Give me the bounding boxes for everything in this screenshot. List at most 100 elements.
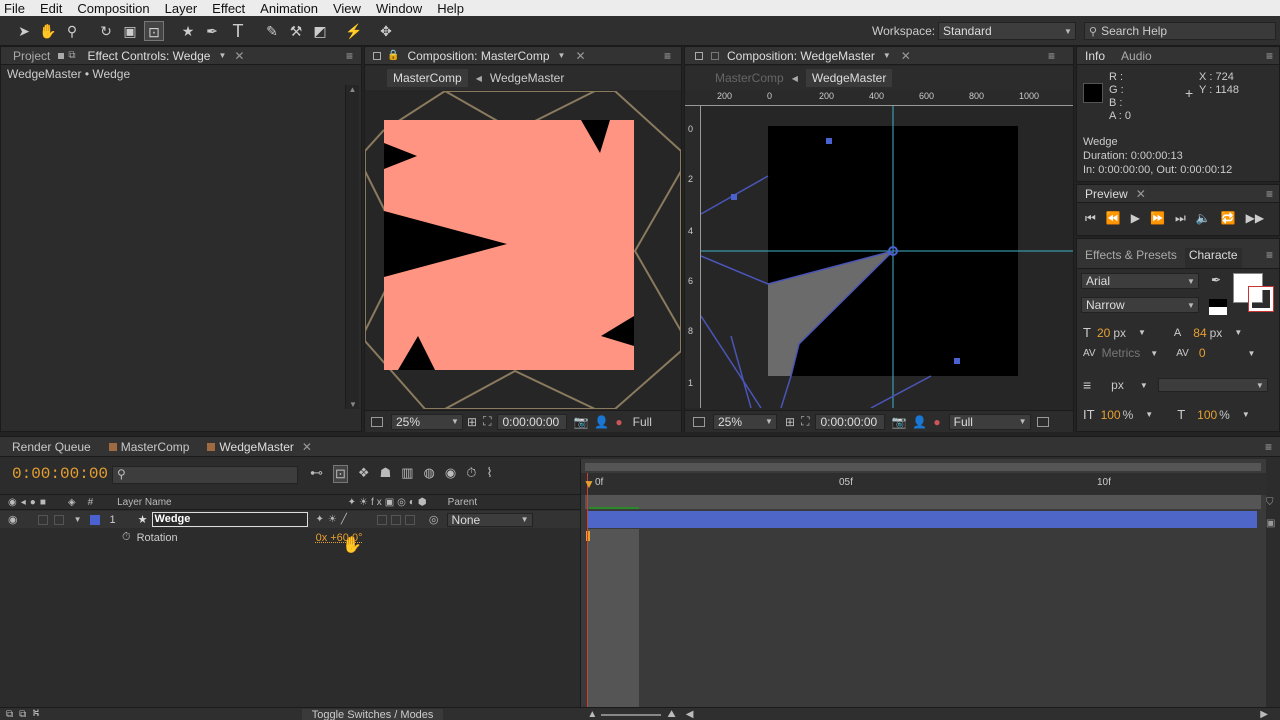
magnification-dropdown[interactable]: 25% ▼ (713, 413, 777, 430)
menu-view[interactable]: View (333, 1, 361, 16)
panel-menu-icon[interactable]: ≡ (664, 49, 671, 63)
pick-whip-icon[interactable]: ◎ (429, 513, 439, 526)
next-frame-icon[interactable]: ⏩ (1150, 211, 1165, 226)
loop-icon[interactable]: 🔁 (1221, 211, 1236, 226)
fast-previews-icon[interactable] (1036, 416, 1049, 427)
chevron-down-icon[interactable]: ▼ (1138, 328, 1146, 337)
region-of-interest-icon[interactable]: ⛶ (483, 414, 491, 429)
graph-editor-icon[interactable]: ⌇ (486, 465, 492, 483)
panel-menu-icon[interactable]: ≡ (1266, 49, 1273, 63)
panel-menu-icon[interactable]: ≡ (1266, 248, 1273, 268)
comp-button-icon[interactable]: ⛉ (1266, 497, 1280, 508)
type-tool-icon[interactable]: T (228, 21, 248, 41)
frame-blending-icon[interactable]: ▥ (401, 465, 413, 483)
scroll-up-icon[interactable]: ▲ (346, 85, 359, 94)
quality-switch-icon[interactable]: ╱ (341, 514, 347, 525)
snapshot-icon[interactable]: 📷 (891, 415, 906, 429)
menu-composition[interactable]: Composition (77, 1, 149, 16)
close-icon[interactable]: ✕ (575, 49, 585, 63)
playhead-icon[interactable]: ▼ (583, 477, 595, 491)
layer-search-input[interactable]: ⚲ (112, 466, 298, 484)
selection-tool-icon[interactable]: ➤ (14, 21, 34, 41)
first-frame-icon[interactable]: ⏮ (1085, 211, 1096, 226)
show-snapshot-icon[interactable]: 👤 (912, 415, 927, 429)
eyedropper-icon[interactable]: ✒ (1211, 273, 1221, 287)
menu-edit[interactable]: Edit (40, 1, 62, 16)
panel-menu-icon[interactable]: ≡ (1048, 49, 1055, 63)
zoom-slider[interactable] (601, 713, 662, 716)
tab-info[interactable]: Info (1077, 49, 1113, 63)
stroke-color-swatch[interactable] (1248, 286, 1274, 312)
font-size-value[interactable]: 20 (1097, 326, 1110, 340)
chevron-down-icon[interactable]: ▼ (1150, 349, 1158, 358)
label-color-swatch[interactable] (89, 514, 100, 525)
comp-viewer[interactable] (701, 106, 1073, 408)
lock-icon[interactable] (58, 52, 65, 59)
close-icon[interactable]: ✕ (302, 440, 312, 454)
zoom-out-icon[interactable]: ▲ (587, 709, 597, 720)
toggle-switches-modes-button[interactable]: Toggle Switches / Modes (301, 708, 444, 720)
brainstorm-icon[interactable]: ◉ (445, 465, 456, 483)
stopwatch-icon[interactable]: ⏱ (122, 531, 131, 544)
kerning-value[interactable]: Metrics (1102, 346, 1141, 360)
tab-effect-controls[interactable]: Effect Controls: Wedge (80, 49, 219, 63)
tracking-value[interactable]: 0 (1199, 346, 1206, 360)
color-channels-icon[interactable]: ● (933, 415, 940, 429)
horizontal-scale-value[interactable]: 100 (1197, 408, 1217, 422)
scroll-down-icon[interactable]: ▼ (346, 400, 360, 409)
last-frame-icon[interactable]: ⏭ (1175, 211, 1186, 226)
menu-window[interactable]: Window (376, 1, 422, 16)
crumb-wedgemaster[interactable]: WedgeMaster (490, 71, 564, 85)
layer-row[interactable]: ◉ ▼ 1 ★ Wedge ✦ ☀ ╱ ◎ None ▼ (0, 511, 580, 528)
grid-icon[interactable]: ⊞ (785, 415, 795, 429)
always-preview-icon[interactable] (693, 416, 705, 427)
always-preview-icon[interactable] (371, 416, 383, 427)
time-navigator[interactable] (585, 495, 1261, 509)
font-style-dropdown[interactable]: Narrow ▼ (1081, 297, 1199, 313)
parent-dropdown[interactable]: None ▼ (446, 512, 533, 527)
menu-animation[interactable]: Animation (260, 1, 318, 16)
menu-effect[interactable]: Effect (212, 1, 245, 16)
panel-menu-icon[interactable]: ≡ (1266, 187, 1273, 201)
crumb-mastercomp[interactable]: MasterComp (715, 71, 784, 85)
region-of-interest-icon[interactable]: ⛶ (801, 414, 809, 429)
color-channels-icon[interactable]: ● (615, 415, 622, 429)
menu-file[interactable]: File (4, 1, 25, 16)
brush-tool-icon[interactable]: ✎ (262, 21, 282, 41)
clone-stamp-tool-icon[interactable]: ⚒ (286, 21, 306, 41)
hide-shy-layers-icon[interactable]: ☗ (380, 465, 392, 483)
chevron-down-icon[interactable]: ▼ (1248, 349, 1256, 358)
layer-name-header[interactable]: Layer Name (117, 497, 171, 508)
hand-tool-icon[interactable]: ✋ (38, 21, 58, 41)
close-icon[interactable]: ✕ (1136, 187, 1146, 201)
current-time-field[interactable]: 0:00:00:00 (815, 413, 886, 430)
search-help-field[interactable]: ⚲ Search Help (1084, 22, 1276, 40)
chevron-down-icon[interactable]: ▼ (883, 51, 891, 60)
play-icon[interactable]: ▶ (1131, 211, 1140, 226)
expand-in-out-icon[interactable]: ⛕ (32, 708, 39, 720)
resolution-value[interactable]: Full (633, 415, 652, 429)
layer-name-input[interactable]: Wedge (151, 512, 308, 527)
roto-brush-tool-icon[interactable]: ⚡ (344, 21, 364, 41)
snapshot-icon[interactable]: 📷 (573, 415, 588, 429)
black-swatch[interactable] (1209, 299, 1227, 307)
panel-menu-icon[interactable]: ≡ (1265, 440, 1272, 454)
camera-tool-icon[interactable]: ▣ (120, 21, 140, 41)
tab-composition-wedgemaster[interactable]: Composition: WedgeMaster (719, 49, 883, 63)
3d-switch[interactable] (404, 514, 415, 525)
chevron-down-icon[interactable]: ▼ (1145, 410, 1153, 419)
current-time-indicator[interactable] (587, 473, 588, 707)
collapse-switch-icon[interactable]: ☀ (328, 514, 337, 525)
twirl-down-icon[interactable]: ▼ (74, 515, 82, 524)
time-graph[interactable]: 0f 05f 10f ▼ (580, 459, 1267, 707)
menu-help[interactable]: Help (437, 1, 464, 16)
audio-icon[interactable]: 🔈 (1196, 211, 1211, 226)
expand-layer-switches-icon[interactable]: ⧉ (6, 709, 13, 720)
menu-layer[interactable]: Layer (165, 1, 198, 16)
lock-switch[interactable] (53, 514, 64, 525)
ram-preview-icon[interactable]: ▶▶ (1246, 211, 1264, 226)
lock-icon[interactable] (711, 51, 719, 60)
chevron-down-icon[interactable]: ▼ (1242, 410, 1250, 419)
chevron-down-icon[interactable]: ▼ (558, 51, 566, 60)
zoom-in-icon[interactable]: ⛰ (667, 709, 675, 720)
